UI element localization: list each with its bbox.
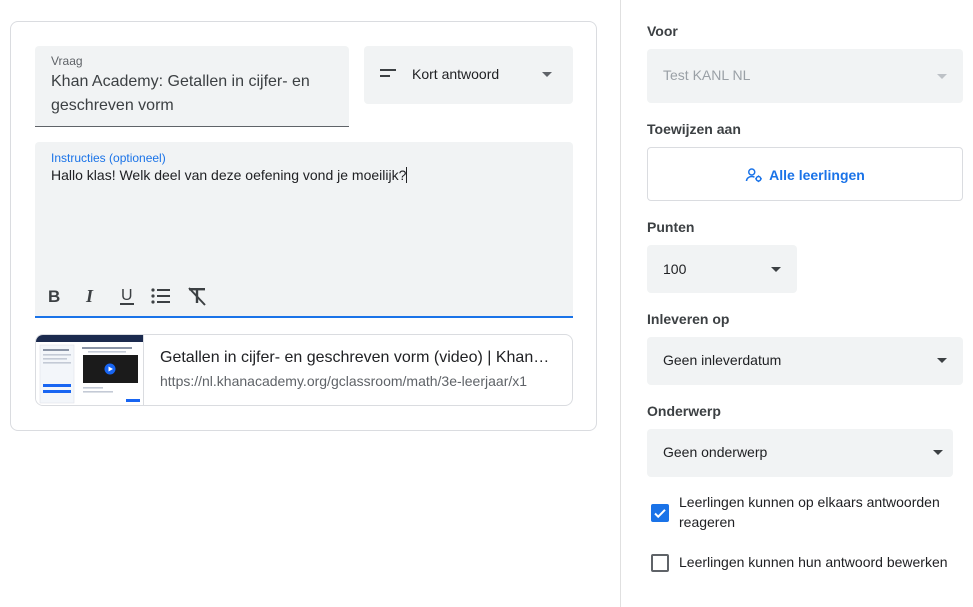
assign-students-button[interactable]: Alle leerlingen: [647, 147, 963, 201]
question-type-select[interactable]: Kort antwoord: [364, 46, 573, 104]
reply-option-label: Leerlingen kunnen op elkaars antwoorden …: [679, 494, 940, 530]
settings-sidebar: Voor Test KANL NL Toewijzen aan Alle lee…: [620, 0, 973, 607]
bold-glyph: B: [48, 287, 60, 306]
assign-button-content: Alle leerlingen: [648, 166, 962, 184]
chevron-down-icon: [937, 358, 947, 363]
attachment-url: https://nl.khanacademy.org/gclassroom/ma…: [160, 373, 528, 389]
class-select-value: Test KANL NL: [663, 67, 751, 83]
italic-glyph: I: [85, 286, 94, 306]
edit-option-label: Leerlingen kunnen hun antwoord bewerken: [679, 554, 948, 570]
reply-checkbox[interactable]: [651, 504, 669, 522]
for-label: Voor: [647, 23, 678, 39]
attachment-title[interactable]: Getallen in cijfer- en geschreven vorm (…: [160, 349, 552, 367]
assign-label: Toewijzen aan: [647, 121, 741, 137]
question-label: Vraag: [51, 54, 83, 68]
due-date-select[interactable]: Geen inleverdatum: [647, 337, 963, 385]
italic-icon[interactable]: I: [79, 284, 103, 308]
short-answer-icon: [380, 69, 398, 81]
question-card: Vraag Khan Academy: Getallen in cijfer- …: [10, 21, 597, 431]
question-field[interactable]: Vraag Khan Academy: Getallen in cijfer- …: [35, 46, 349, 127]
instructions-field[interactable]: Instructies (optioneel) Hallo klas! Welk…: [35, 142, 573, 318]
chevron-down-icon: [771, 267, 781, 272]
clear-formatting-icon[interactable]: [185, 284, 209, 308]
due-value: Geen inleverdatum: [663, 352, 782, 368]
instructions-label: Instructies (optioneel): [51, 151, 166, 165]
points-value: 100: [663, 261, 687, 277]
people-settings-icon: [745, 168, 763, 183]
check-icon: [654, 509, 666, 519]
topic-label: Onderwerp: [647, 403, 721, 419]
edit-answer-checkbox[interactable]: [651, 554, 669, 572]
underline-icon[interactable]: U: [115, 284, 139, 308]
points-label: Punten: [647, 219, 695, 235]
underline-glyph: U: [121, 287, 133, 304]
bulleted-list-icon[interactable]: [149, 284, 173, 308]
text-cursor: [406, 167, 408, 183]
due-label: Inleveren op: [647, 311, 730, 327]
question-editor-panel: Vraag Khan Academy: Getallen in cijfer- …: [0, 0, 620, 607]
assign-button-label: Alle leerlingen: [769, 167, 865, 183]
class-select: Test KANL NL: [647, 49, 963, 103]
topic-value: Geen onderwerp: [663, 444, 768, 460]
topic-select[interactable]: Geen onderwerp: [647, 429, 953, 477]
question-type-label: Kort antwoord: [412, 66, 500, 82]
attachment-thumbnail: [36, 335, 144, 405]
question-input[interactable]: Khan Academy: Getallen in cijfer- en ges…: [51, 70, 336, 118]
instructions-input[interactable]: Hallo klas! Welk deel van deze oefening …: [51, 167, 408, 183]
instructions-text: Hallo klas! Welk deel van deze oefening …: [51, 167, 407, 183]
chevron-down-icon: [542, 72, 552, 77]
points-select[interactable]: 100: [647, 245, 797, 293]
chevron-down-icon: [933, 450, 943, 455]
attachment-card[interactable]: Getallen in cijfer- en geschreven vorm (…: [35, 334, 573, 406]
chevron-down-icon: [937, 74, 947, 79]
bold-icon[interactable]: B: [43, 284, 67, 308]
